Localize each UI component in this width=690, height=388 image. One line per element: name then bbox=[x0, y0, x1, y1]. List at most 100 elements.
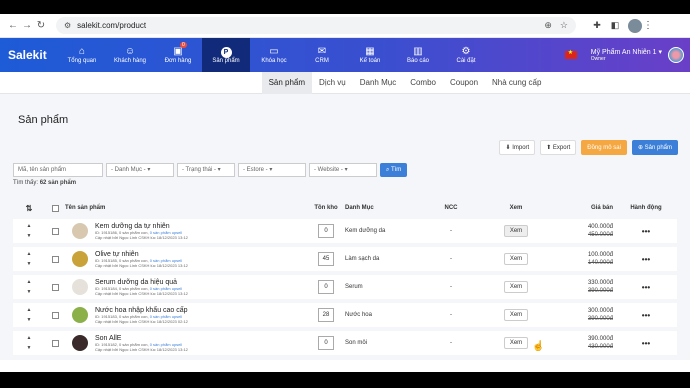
product-name[interactable]: Son AllE bbox=[95, 335, 313, 342]
product-id-text: ID: 1915186, 0 sản phẩm con, bbox=[95, 229, 149, 235]
row-checkbox[interactable] bbox=[51, 227, 59, 235]
col-price: Giá bán bbox=[590, 205, 613, 211]
col-action: Hành động bbox=[630, 205, 662, 211]
tab-1[interactable]: Dịch vụ bbox=[312, 72, 353, 94]
product-image[interactable] bbox=[72, 279, 88, 295]
tab-4[interactable]: Coupon bbox=[443, 72, 485, 94]
stock-input[interactable]: 45 bbox=[318, 252, 334, 266]
menu-item-4[interactable]: ▭ Khóa học bbox=[250, 38, 298, 72]
split-view-icon[interactable]: ◧ bbox=[606, 20, 624, 31]
product-image[interactable] bbox=[72, 307, 88, 323]
more-actions-button[interactable]: ••• bbox=[619, 227, 673, 236]
add-product-button[interactable]: ⊕ Sản phẩm bbox=[631, 140, 678, 155]
tab-2[interactable]: Danh Mục bbox=[353, 72, 403, 94]
view-button[interactable]: Xem bbox=[503, 253, 529, 265]
menu-item-2[interactable]: ▣ 0 Đơn hàng bbox=[154, 38, 202, 72]
product-info: Son AllE ID: 1915182, 0 sản phẩm con, 0 s… bbox=[95, 335, 313, 352]
more-actions-button[interactable]: ••• bbox=[619, 339, 673, 348]
stock-input[interactable]: 28 bbox=[318, 308, 334, 322]
export-button[interactable]: ⬆ Export bbox=[540, 140, 577, 155]
more-options-icon[interactable]: ⋮ bbox=[642, 20, 654, 31]
menu-item-7[interactable]: ▥ Báo cáo bbox=[394, 38, 442, 72]
upsell-link[interactable]: 0 sản phẩm upsell bbox=[150, 230, 182, 235]
view-button[interactable]: Xem bbox=[503, 281, 529, 293]
upsell-link[interactable]: 0 sản phẩm upsell bbox=[150, 258, 182, 263]
stock-input[interactable]: 0 bbox=[318, 280, 334, 294]
website-select[interactable]: - Website - ▾ bbox=[309, 163, 377, 177]
tab-3[interactable]: Combo bbox=[403, 72, 443, 94]
zoom-icon[interactable]: ⊕ bbox=[544, 20, 552, 31]
upsell-link[interactable]: 0 sản phẩm upsell bbox=[150, 314, 182, 319]
view-button[interactable]: Xem bbox=[503, 225, 529, 237]
product-category: Kem dưỡng da bbox=[345, 228, 386, 234]
select-all-checkbox[interactable] bbox=[51, 204, 59, 212]
reorder-icon[interactable]: ⇅ bbox=[13, 204, 45, 213]
result-count: Tìm thấy: 62 sản phẩm bbox=[13, 180, 76, 186]
browser-toolbar: ← → ↻ ⚙ salekit.com/product ⊕ ☆ ✚ ◧ ⋮ bbox=[0, 14, 690, 38]
menu-item-0[interactable]: ⌂ Tổng quan bbox=[58, 38, 106, 72]
more-actions-button[interactable]: ••• bbox=[619, 255, 673, 264]
upsell-link[interactable]: 0 sản phẩm upsell bbox=[150, 286, 182, 291]
product-name[interactable]: Serum dưỡng da hiệu quả bbox=[95, 279, 313, 286]
menu-item-1[interactable]: ☺ Khách hàng bbox=[106, 38, 154, 72]
report-icon: ▥ bbox=[413, 46, 423, 57]
add-product-label: Sản phẩm bbox=[644, 145, 672, 151]
stock-input[interactable]: 0 bbox=[318, 224, 334, 238]
more-actions-button[interactable]: ••• bbox=[619, 311, 673, 320]
estore-select[interactable]: - Estore - ▾ bbox=[238, 163, 306, 177]
row-checkbox[interactable] bbox=[51, 339, 59, 347]
menu-item-5[interactable]: ✉ CRM bbox=[298, 38, 346, 72]
reorder-handle[interactable]: ▲ ▼ bbox=[13, 307, 45, 323]
profile-avatar[interactable] bbox=[628, 18, 642, 33]
view-button[interactable]: Xem bbox=[503, 309, 529, 321]
row-checkbox[interactable] bbox=[51, 283, 59, 291]
upsell-link[interactable]: 0 sản phẩm upsell bbox=[150, 342, 182, 347]
product-image[interactable] bbox=[72, 223, 88, 239]
reorder-handle[interactable]: ▲ ▼ bbox=[13, 251, 45, 267]
page-title: Sản phẩm bbox=[18, 114, 69, 126]
more-actions-button[interactable]: ••• bbox=[619, 283, 673, 292]
forward-icon[interactable]: → bbox=[20, 20, 34, 31]
menu-item-8[interactable]: ⚙ Cài đặt bbox=[442, 38, 490, 72]
row-checkbox[interactable] bbox=[51, 255, 59, 263]
category-select[interactable]: - Danh Mục - ▾ bbox=[106, 163, 174, 177]
product-ncc: - bbox=[450, 228, 452, 234]
view-button[interactable]: Xem bbox=[503, 337, 529, 349]
tab-5[interactable]: Nhà cung cấp bbox=[485, 72, 548, 94]
back-icon[interactable]: ← bbox=[6, 20, 20, 31]
export-label: Export bbox=[552, 145, 571, 151]
stock-input[interactable]: 0 bbox=[318, 336, 334, 350]
row-checkbox[interactable] bbox=[51, 311, 59, 319]
product-name[interactable]: Nước hoa nhập khẩu cao cấp bbox=[95, 307, 313, 314]
status-select[interactable]: - Trạng thái - ▾ bbox=[177, 163, 235, 177]
reorder-handle[interactable]: ▲ ▼ bbox=[13, 279, 45, 295]
salekit-logo[interactable]: Salekit bbox=[0, 38, 58, 72]
address-bar[interactable]: ⚙ salekit.com/product ⊕ ☆ bbox=[56, 17, 576, 34]
reorder-handle[interactable]: ▲ ▼ bbox=[13, 223, 45, 239]
bookmark-star-icon[interactable]: ☆ bbox=[560, 20, 568, 31]
avatar[interactable] bbox=[668, 47, 684, 63]
product-image-cell bbox=[65, 251, 95, 267]
menu-item-3[interactable]: P Sản phẩm bbox=[202, 38, 250, 72]
shop-switcher[interactable]: Mỹ Phẩm An Nhiên 1 ▾ Owner bbox=[591, 48, 662, 62]
product-name[interactable]: Kem dưỡng da tự nhiên bbox=[95, 223, 313, 230]
product-icon: P bbox=[220, 46, 232, 58]
old-price: 430.000đ bbox=[587, 344, 613, 350]
product-image[interactable] bbox=[72, 335, 88, 351]
menu-item-6[interactable]: ▦ Kế toán bbox=[346, 38, 394, 72]
reorder-handle[interactable]: ▲ ▼ bbox=[13, 335, 45, 351]
old-price: 390.000đ bbox=[587, 316, 613, 322]
reload-icon[interactable]: ↻ bbox=[34, 20, 48, 31]
extensions-icon[interactable]: ✚ bbox=[588, 20, 606, 31]
product-image[interactable] bbox=[72, 251, 88, 267]
table-header: ⇅ Tên sản phẩm Tồn kho Danh Mục NCC Xem … bbox=[13, 197, 677, 219]
product-image-cell bbox=[65, 223, 95, 239]
vietnam-flag-icon[interactable] bbox=[564, 49, 577, 59]
import-button[interactable]: ⬇ Import bbox=[499, 140, 536, 155]
search-input[interactable]: Mã, tên sản phẩm bbox=[13, 163, 103, 177]
product-name[interactable]: Olive tự nhiên bbox=[95, 251, 313, 258]
search-button[interactable]: ⌕ Tìm bbox=[380, 163, 408, 177]
sync-button[interactable]: Đồng mô sai bbox=[581, 140, 627, 155]
tab-0[interactable]: Sản phẩm bbox=[261, 71, 313, 94]
site-info-icon[interactable]: ⚙ bbox=[64, 21, 71, 30]
